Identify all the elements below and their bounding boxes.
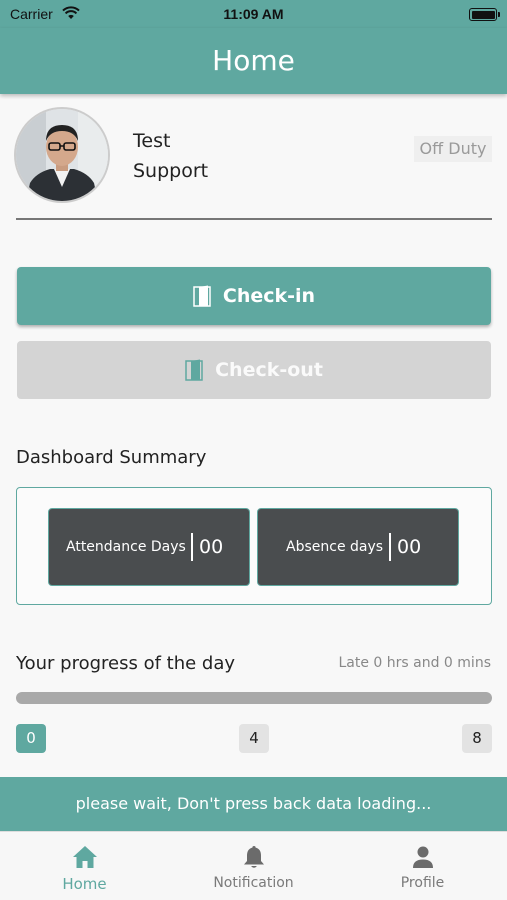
profile-divider xyxy=(16,218,492,220)
check-out-label: Check-out xyxy=(215,359,323,381)
stat-separator xyxy=(191,533,193,561)
absence-days-label: Absence days xyxy=(286,539,384,555)
absence-days-value: 00 xyxy=(397,536,422,558)
tab-home[interactable]: Home xyxy=(0,832,169,900)
stat-separator xyxy=(389,533,391,561)
check-in-label: Check-in xyxy=(222,285,316,307)
nav-bar: Home xyxy=(0,28,507,94)
progress-tick-4: 4 xyxy=(239,724,269,753)
check-in-button[interactable]: Check-in xyxy=(17,267,491,325)
loading-banner: please wait, Don't press back data loadi… xyxy=(0,777,507,831)
page-title: Home xyxy=(212,44,295,77)
home-icon xyxy=(73,846,97,868)
person-icon xyxy=(413,846,433,868)
progress-tick-8: 8 xyxy=(462,724,492,753)
attendance-days-label: Attendance Days xyxy=(66,539,186,555)
progress-tick-0: 0 xyxy=(16,724,46,753)
user-last-name: Support xyxy=(133,160,209,182)
user-first-name: Test xyxy=(133,130,171,152)
dashboard-summary: Attendance Days 00 Absence days 00 xyxy=(16,487,492,605)
tab-notification-label: Notification xyxy=(213,875,294,891)
late-time-text: Late 0 hrs and 0 mins xyxy=(338,655,491,671)
bell-icon xyxy=(244,846,264,868)
tab-notification[interactable]: Notification xyxy=(169,832,338,900)
battery-icon xyxy=(469,8,500,21)
check-out-button[interactable]: Check-out xyxy=(17,341,491,399)
user-photo-icon xyxy=(16,109,108,201)
absence-days-card[interactable]: Absence days 00 xyxy=(257,508,459,586)
progress-title: Your progress of the day xyxy=(16,653,236,674)
attendance-days-value: 00 xyxy=(199,536,224,558)
tab-profile[interactable]: Profile xyxy=(338,832,507,900)
door-icon xyxy=(185,359,203,381)
progress-bar xyxy=(16,692,492,704)
door-icon xyxy=(193,285,211,307)
dashboard-title: Dashboard Summary xyxy=(16,447,207,468)
tab-bar: Home Notification Profile xyxy=(0,831,507,900)
tab-home-label: Home xyxy=(62,875,107,893)
status-time: 11:09 AM xyxy=(223,6,284,22)
avatar[interactable] xyxy=(16,109,108,201)
duty-status-badge: Off Duty xyxy=(414,136,492,162)
tab-profile-label: Profile xyxy=(400,875,445,891)
attendance-days-card[interactable]: Attendance Days 00 xyxy=(48,508,250,586)
status-bar: Carrier 11:09 AM xyxy=(0,0,507,28)
